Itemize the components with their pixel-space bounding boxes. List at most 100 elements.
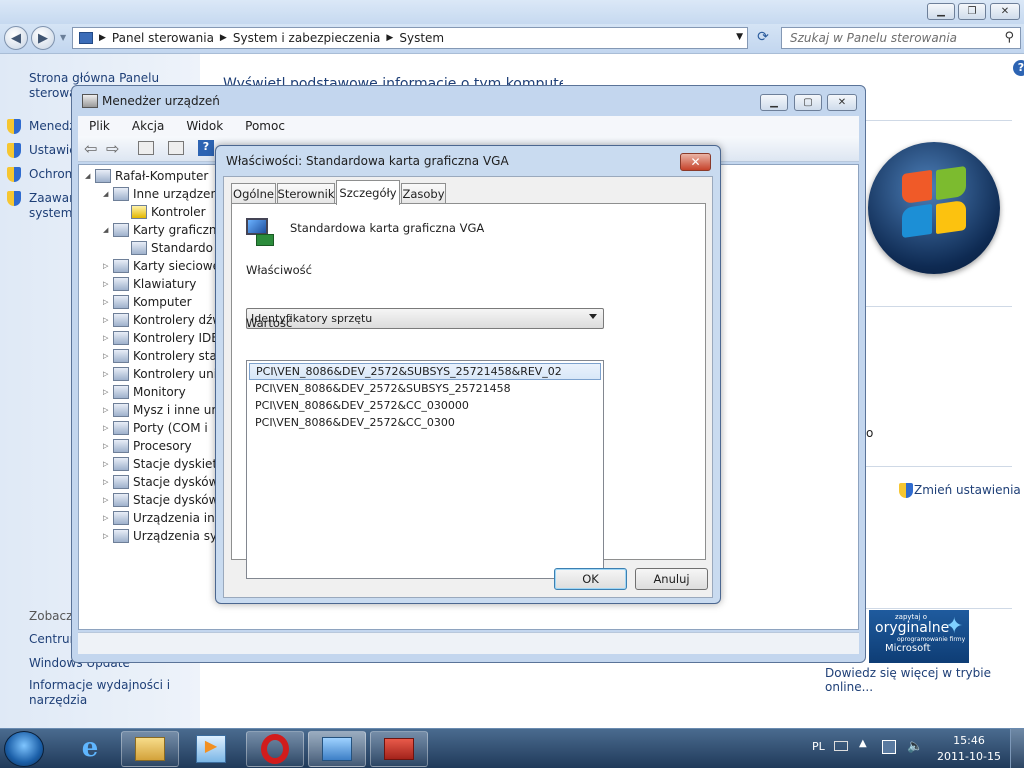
value-item[interactable]: PCI\VEN_8086&DEV_2572&SUBSYS_25721458 [249,380,601,397]
ok-button[interactable]: OK [554,568,627,590]
show-desktop-button[interactable] [1010,729,1024,768]
expand-arrow-icon[interactable]: ▷ [103,496,113,504]
expand-arrow-icon[interactable]: ▷ [103,532,113,540]
expand-arrow-icon[interactable]: ▷ [103,514,113,522]
dm-maximize-button[interactable]: ▢ [794,94,822,111]
dm-close-button[interactable]: ✕ [827,94,857,111]
menu-view[interactable]: Widok [175,119,234,133]
menu-action[interactable]: Akcja [121,119,175,133]
refresh-icon[interactable]: ⟳ [752,29,774,47]
expand-arrow-icon[interactable]: ▷ [103,280,113,288]
value-item[interactable]: PCI\VEN_8086&DEV_2572&CC_030000 [249,397,601,414]
help-icon[interactable]: ? [198,140,214,156]
genuine-microsoft-badge[interactable]: zapytaj o oryginalne oprogramowanie firm… [869,610,969,663]
property-select[interactable]: Identyfikatory sprzętu [246,308,604,329]
collapse-arrow-icon[interactable]: ◢ [103,226,113,234]
menu-help[interactable]: Pomoc [234,119,296,133]
tree-item[interactable]: ▷ Kontrolery IDE [103,331,219,345]
close-button[interactable]: ✕ [990,3,1020,20]
expand-arrow-icon[interactable]: ▷ [103,460,113,468]
tab-driver[interactable]: Sterownik [277,183,335,204]
tree-item[interactable]: ▷ Urządzenia int [103,511,219,525]
cancel-button[interactable]: Anuluj [635,568,708,590]
forward-arrow-icon[interactable]: ⇨ [106,139,119,158]
back-arrow-icon[interactable]: ⇦ [84,139,97,158]
start-button[interactable] [4,731,44,767]
tree-item[interactable]: ▷ Monitory [103,385,186,399]
address-bar[interactable]: ▶ Panel sterowania ▶ System i zabezpiecz… [72,27,748,49]
list-icon[interactable] [168,141,184,155]
address-dropdown-icon[interactable]: ▼ [736,32,743,42]
minimize-button[interactable]: ▁ [927,3,955,20]
back-icon[interactable]: ◀ [4,26,28,50]
device-manager-taskbar-button[interactable] [370,731,428,767]
tree-item[interactable]: ▷ Karty sieciowe [103,259,220,273]
value-item[interactable]: PCI\VEN_8086&DEV_2572&SUBSYS_25721458&RE… [249,363,601,380]
language-indicator[interactable]: PL [812,740,825,753]
tree-item[interactable]: ▷ Stacje dyskiet [103,457,217,471]
expand-arrow-icon[interactable]: ▷ [103,352,113,360]
tree-item[interactable]: ▷ Kontrolery uni [103,367,217,381]
tree-item[interactable]: Standardo [121,241,213,255]
internet-explorer-icon[interactable]: e [68,733,112,765]
expand-arrow-icon[interactable]: ▷ [103,298,113,306]
tree-item[interactable]: ▷ Mysz i inne ur [103,403,216,417]
search-input[interactable]: Szukaj w Panelu sterowania ⚲ [781,27,1021,49]
dropdown-arrow-icon[interactable] [589,314,597,319]
change-settings-link[interactable]: Zmień ustawienia [914,483,1021,497]
show-hidden-icons-icon[interactable]: ▲ [859,738,867,749]
dialog-close-button[interactable]: ✕ [680,153,711,171]
breadcrumb-system-security[interactable]: System i zabezpieczenia [233,31,381,45]
volume-muted-icon[interactable]: 🔈 [907,739,923,754]
expand-arrow-icon[interactable]: ▷ [103,406,113,414]
menu-file[interactable]: Plik [78,119,121,133]
search-icon[interactable]: ⚲ [1004,30,1014,45]
expand-arrow-icon[interactable]: ▷ [103,370,113,378]
breadcrumb-system[interactable]: System [399,31,444,45]
sidebar-link-performance[interactable]: Informacje wydajności i narzędzia [29,678,179,708]
tree-item[interactable]: ◢ Karty graficzn [103,223,217,237]
control-panel-taskbar-button[interactable] [308,731,366,767]
tree-item[interactable]: ▷ Porty (COM i [103,421,208,435]
help-icon[interactable]: ? [1013,60,1024,76]
learn-more-link[interactable]: Dowiedz się więcej w trybie online... [825,666,1024,694]
tree-item[interactable]: ▷ Klawiatury [103,277,196,291]
properties-icon[interactable] [138,141,154,155]
tree-item[interactable]: ▷ Urządzenia sy [103,529,217,543]
keyboard-icon[interactable] [834,741,848,751]
expand-arrow-icon[interactable]: ▷ [103,316,113,324]
collapse-arrow-icon[interactable]: ◢ [85,172,95,180]
collapse-arrow-icon[interactable]: ◢ [103,190,113,198]
tab-resources[interactable]: Zasoby [401,183,446,204]
explorer-taskbar-button[interactable] [121,731,179,767]
tree-item[interactable]: ◢ Rafał-Komputer [85,169,208,183]
maximize-button[interactable]: ❐ [958,3,986,20]
sidebar-link-remote-settings[interactable]: Ustawie [29,143,77,157]
tree-item[interactable]: Kontroler [121,205,206,219]
value-item[interactable]: PCI\VEN_8086&DEV_2572&CC_0300 [249,414,601,431]
media-player-icon[interactable]: ▶ [196,735,226,763]
value-list[interactable]: PCI\VEN_8086&DEV_2572&SUBSYS_25721458&RE… [246,360,604,579]
tree-item[interactable]: ▷ Kontrolery dźw [103,313,222,327]
sidebar-link-device-manager[interactable]: Menedż [29,119,76,133]
forward-icon[interactable]: ▶ [31,26,55,50]
recent-pages-chevron-icon[interactable]: ▼ [60,33,66,42]
tab-details[interactable]: Szczegóły [336,180,400,205]
dm-minimize-button[interactable]: ▁ [760,94,788,111]
expand-arrow-icon[interactable]: ▷ [103,424,113,432]
expand-arrow-icon[interactable]: ▷ [103,334,113,342]
expand-arrow-icon[interactable]: ▷ [103,388,113,396]
clock[interactable]: 15:46 2011-10-15 [934,733,1004,765]
breadcrumb-control-panel[interactable]: Panel sterowania [112,31,214,45]
tree-item[interactable]: ◢ Inne urządzen [103,187,218,201]
tab-general[interactable]: Ogólne [231,183,276,204]
expand-arrow-icon[interactable]: ▷ [103,478,113,486]
opera-taskbar-button[interactable] [246,731,304,767]
tree-item[interactable]: ▷ Stacje dysków [103,475,218,489]
tree-item[interactable]: ▷ Komputer [103,295,192,309]
tree-item[interactable]: ▷ Procesory [103,439,192,453]
tree-item[interactable]: ▷ Stacje dysków [103,493,218,507]
network-icon[interactable] [882,740,896,754]
expand-arrow-icon[interactable]: ▷ [103,262,113,270]
expand-arrow-icon[interactable]: ▷ [103,442,113,450]
